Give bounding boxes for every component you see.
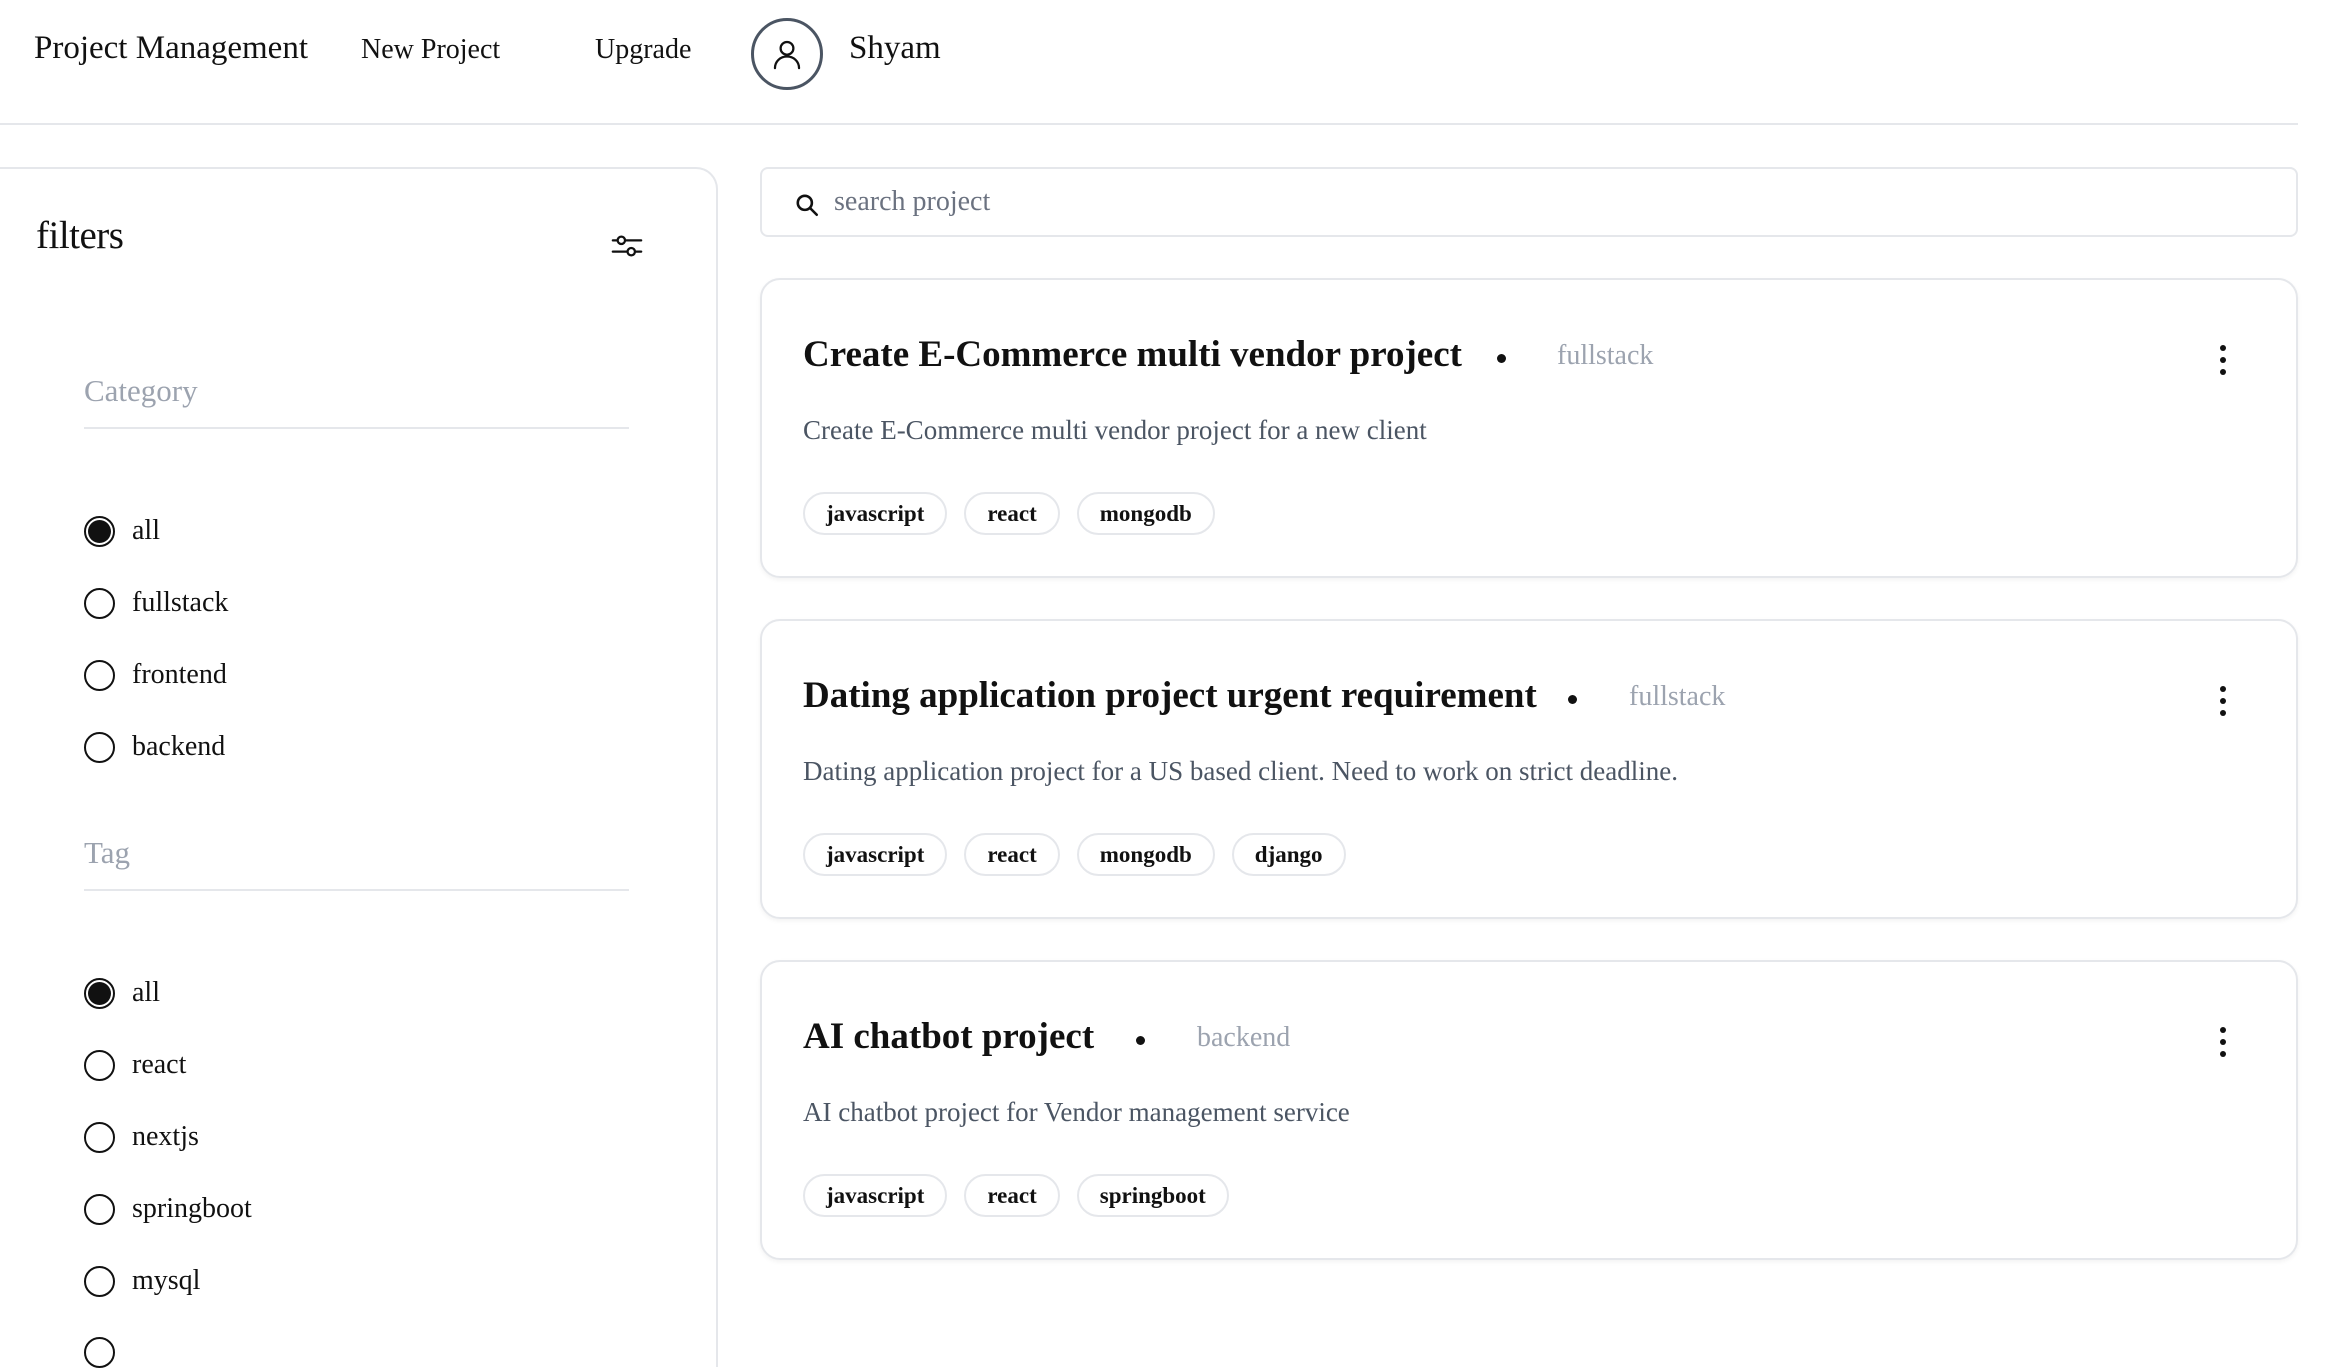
tag-badge: springboot [1076,1174,1229,1217]
tag-section-title: Tag [84,835,629,891]
category-section-title: Category [84,373,629,429]
category-option-all[interactable]: all [84,515,160,547]
separator-dot [1136,1036,1145,1045]
tag-badge: javascript [803,833,948,876]
tag-badge: javascript [803,1174,948,1217]
radio-button[interactable] [84,1049,115,1081]
search-bar[interactable] [760,167,2298,237]
separator-dot [1568,695,1577,704]
radio-label: nextjs [132,1121,199,1152]
tag-option-nextjs[interactable]: nextjs [84,1121,199,1153]
category-option-frontend[interactable]: frontend [84,659,227,691]
radio-button[interactable] [84,1121,115,1153]
category-option-backend[interactable]: backend [84,731,225,763]
radio-label: all [132,977,160,1008]
project-description: Create E-Commerce multi vendor project f… [803,415,1427,445]
brand-title[interactable]: Project Management [34,30,308,67]
new-project-link[interactable]: New Project [361,34,500,66]
tag-option-mysql[interactable]: mysql [84,1265,200,1297]
search-input[interactable] [834,186,2234,218]
project-tags: javascript react springboot [803,1174,1229,1217]
radio-button[interactable] [84,1337,115,1368]
radio-button[interactable] [84,515,115,547]
more-options-icon[interactable] [2216,342,2230,378]
radio-button[interactable] [84,1193,115,1225]
project-tags: javascript react mongodb [803,492,1215,535]
tag-option-all[interactable]: all [84,977,160,1009]
tag-badge: javascript [803,492,948,535]
radio-label: react [132,1049,187,1080]
project-description: AI chatbot project for Vendor management… [803,1097,1350,1127]
project-description: Dating application project for a US base… [803,756,1678,786]
user-name: Shyam [849,30,941,66]
tag-option-react[interactable]: react [84,1049,186,1081]
top-navbar: Project Management New Project Upgrade S… [0,0,2298,125]
more-options-icon[interactable] [2216,683,2230,719]
project-title[interactable]: Dating application project urgent requir… [803,674,1537,717]
tag-badge: django [1231,833,1346,876]
avatar[interactable] [751,18,823,90]
tag-badge: react [964,833,1060,876]
tag-badge: mongodb [1076,492,1215,535]
radio-button[interactable] [84,731,115,763]
project-card[interactable]: Create E-Commerce multi vendor project f… [760,278,2298,578]
radio-button[interactable] [84,1265,115,1297]
project-title[interactable]: Create E-Commerce multi vendor project [803,333,1462,376]
radio-button[interactable] [84,587,115,619]
project-category: fullstack [1629,681,1726,712]
project-category: backend [1197,1022,1291,1053]
radio-label: springboot [132,1193,252,1224]
project-title[interactable]: AI chatbot project [803,1015,1094,1058]
project-card[interactable]: AI chatbot project backend AI chatbot pr… [760,960,2298,1260]
category-option-fullstack[interactable]: fullstack [84,587,228,619]
user-icon [773,40,801,70]
project-category: fullstack [1557,340,1654,371]
radio-label: frontend [132,659,227,690]
radio-label: mysql [132,1265,201,1296]
tag-badge: mongodb [1076,833,1215,876]
project-card[interactable]: Dating application project urgent requir… [760,619,2298,919]
radio-label: backend [132,731,226,762]
radio-button[interactable] [84,659,115,691]
more-options-icon[interactable] [2216,1024,2230,1060]
project-tags: javascript react mongodb django [803,833,1346,876]
tag-option-springboot[interactable]: springboot [84,1193,252,1225]
search-icon [796,194,819,217]
filter-settings-icon[interactable] [610,229,644,263]
tag-option-partial[interactable] [84,1337,132,1368]
radio-label: all [132,515,160,546]
separator-dot [1497,354,1506,363]
filters-sidebar: filters Category all fullstack frontend … [0,167,718,1368]
filters-title: filters [36,214,124,257]
tag-badge: react [964,1174,1060,1217]
tag-badge: react [964,492,1060,535]
radio-button[interactable] [84,977,115,1009]
upgrade-link[interactable]: Upgrade [595,34,691,66]
radio-label: fullstack [132,587,229,618]
